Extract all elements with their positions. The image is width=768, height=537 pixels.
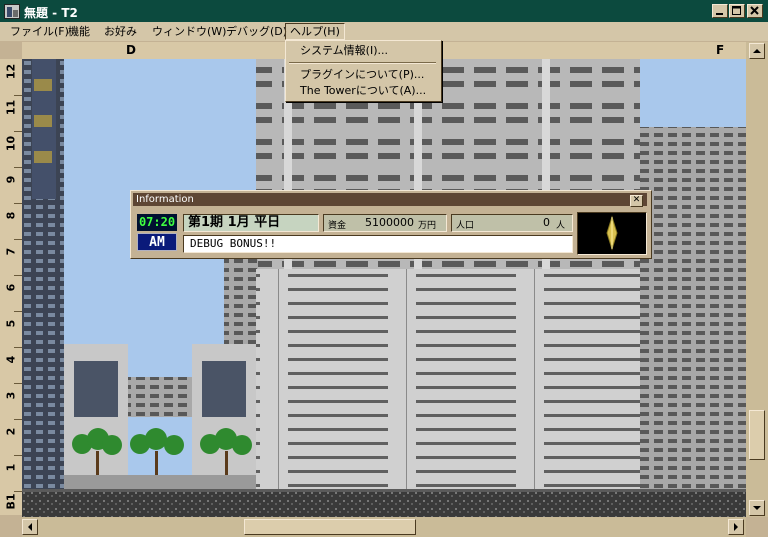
floor-label: 4 bbox=[4, 355, 18, 364]
horizontal-scrollbar[interactable] bbox=[22, 517, 746, 537]
scroll-down-button[interactable] bbox=[749, 500, 765, 516]
population-value: 0 bbox=[543, 216, 550, 229]
star-rating-display bbox=[577, 212, 647, 255]
arrow-right-icon bbox=[734, 523, 738, 531]
floor-label: 8 bbox=[4, 211, 18, 220]
population-panel: 人口 0 人 bbox=[451, 214, 573, 232]
arrow-up-icon bbox=[753, 49, 761, 53]
info-window-titlebar[interactable]: Information ✕ bbox=[133, 193, 647, 207]
menu-about-plugins[interactable]: プラグインについて(P)... bbox=[286, 67, 437, 83]
message-bar: DEBUG BONUS!! bbox=[183, 235, 573, 253]
minimize-icon bbox=[716, 13, 723, 15]
floor-label: 2 bbox=[4, 427, 18, 436]
vertical-scrollbar[interactable] bbox=[746, 42, 768, 517]
city-scene bbox=[22, 59, 746, 517]
info-close-button[interactable]: ✕ bbox=[630, 195, 643, 207]
funds-unit: 万円 bbox=[418, 221, 437, 231]
menu-debug[interactable]: デバッグ(D) bbox=[222, 24, 291, 39]
population-unit: 人 bbox=[556, 221, 566, 231]
scroll-up-button[interactable] bbox=[749, 43, 765, 59]
help-dropdown-menu: システム情報(I)... プラグインについて(P)... The Towerにつ… bbox=[285, 40, 442, 102]
floor-label: 10 bbox=[4, 135, 18, 152]
close-icon: ✕ bbox=[632, 195, 641, 205]
funds-panel: 資金 5100000 万円 bbox=[323, 214, 447, 232]
star-icon bbox=[606, 215, 618, 251]
menu-help[interactable]: ヘルプ(H) bbox=[285, 23, 345, 40]
info-window-title: Information bbox=[136, 194, 194, 205]
menu-window[interactable]: ウィンドウ(W) bbox=[148, 24, 230, 39]
floor-label: 12 bbox=[4, 63, 18, 80]
close-button[interactable] bbox=[747, 4, 763, 18]
funds-value: 5100000 bbox=[365, 216, 414, 229]
floor-label: 9 bbox=[4, 175, 18, 184]
menu-system-info[interactable]: システム情報(I)... bbox=[286, 43, 437, 59]
app-icon[interactable] bbox=[4, 4, 20, 19]
ampm-indicator: AM bbox=[137, 233, 177, 251]
arrow-down-icon bbox=[753, 506, 761, 510]
clock-display: 07:20 bbox=[137, 214, 177, 231]
arrow-left-icon bbox=[28, 523, 32, 531]
funds-label: 資金 bbox=[328, 221, 347, 231]
close-icon bbox=[750, 6, 759, 15]
column-label: F bbox=[716, 43, 725, 57]
floor-label: 3 bbox=[4, 391, 18, 400]
window-title: 無題 - T2 bbox=[24, 6, 78, 20]
scroll-right-button[interactable] bbox=[728, 519, 744, 535]
menu-file[interactable]: ファイル(F) bbox=[6, 24, 73, 39]
floor-label: B1 bbox=[4, 493, 18, 510]
information-window: Information ✕ 07:20 AM 第1期 1月 平日 資金 5100… bbox=[130, 190, 652, 259]
floor-ruler: 12 11 10 9 8 7 6 5 4 3 2 1 B1 bbox=[0, 59, 23, 515]
floor-label: 7 bbox=[4, 247, 18, 256]
maximize-icon bbox=[732, 6, 741, 15]
minimize-button[interactable] bbox=[712, 4, 728, 18]
scroll-left-button[interactable] bbox=[22, 519, 38, 535]
date-display: 第1期 1月 平日 bbox=[183, 214, 319, 232]
floor-label: 6 bbox=[4, 283, 18, 292]
column-label: D bbox=[126, 43, 136, 57]
population-label: 人口 bbox=[456, 221, 475, 231]
title-bar: 無題 - T2 bbox=[0, 0, 768, 22]
menu-preferences[interactable]: お好み bbox=[100, 24, 141, 39]
floor-label: 11 bbox=[4, 99, 18, 116]
menu-separator bbox=[289, 62, 436, 64]
floor-label: 1 bbox=[4, 463, 18, 472]
tower-view[interactable] bbox=[22, 59, 746, 517]
menu-bar: ファイル(F) 機能 お好み ウィンドウ(W) デバッグ(D) ヘルプ(H) bbox=[0, 22, 768, 41]
vertical-scroll-thumb[interactable] bbox=[749, 410, 765, 460]
menu-about-tower[interactable]: The Towerについて(A)... bbox=[286, 83, 437, 99]
floor-label: 5 bbox=[4, 319, 18, 328]
maximize-button[interactable] bbox=[729, 4, 745, 18]
size-grip[interactable] bbox=[746, 517, 768, 537]
horizontal-scroll-thumb[interactable] bbox=[244, 519, 416, 535]
menu-function[interactable]: 機能 bbox=[64, 24, 94, 39]
